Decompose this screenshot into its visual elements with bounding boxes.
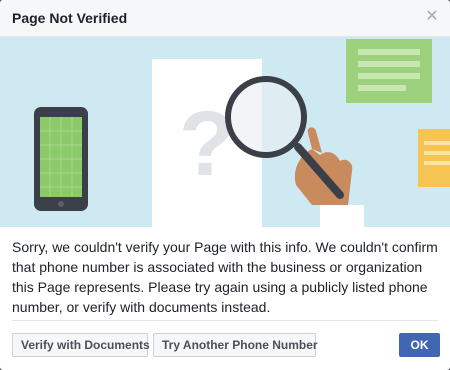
try-another-phone-button[interactable]: Try Another Phone Number bbox=[153, 333, 318, 357]
verification-dialog: Page Not Verified ✕ ? Sorry, we couldn't… bbox=[0, 0, 450, 370]
footer-divider bbox=[12, 320, 438, 321]
verify-with-documents-button[interactable]: Verify with Documents bbox=[12, 333, 150, 357]
dialog-header: Page Not Verified ✕ bbox=[0, 0, 450, 37]
illustration-graphic: ? bbox=[34, 39, 450, 227]
yellow-note-illustration bbox=[418, 129, 450, 187]
ok-button[interactable]: OK bbox=[399, 333, 440, 357]
green-note-illustration bbox=[346, 39, 432, 103]
dialog-message: Sorry, we couldn't verify your Page with… bbox=[12, 239, 438, 315]
dialog-title: Page Not Verified bbox=[12, 10, 128, 26]
verification-illustration: ? bbox=[0, 37, 450, 227]
close-icon[interactable]: ✕ bbox=[423, 8, 441, 26]
phone-illustration bbox=[34, 107, 88, 211]
